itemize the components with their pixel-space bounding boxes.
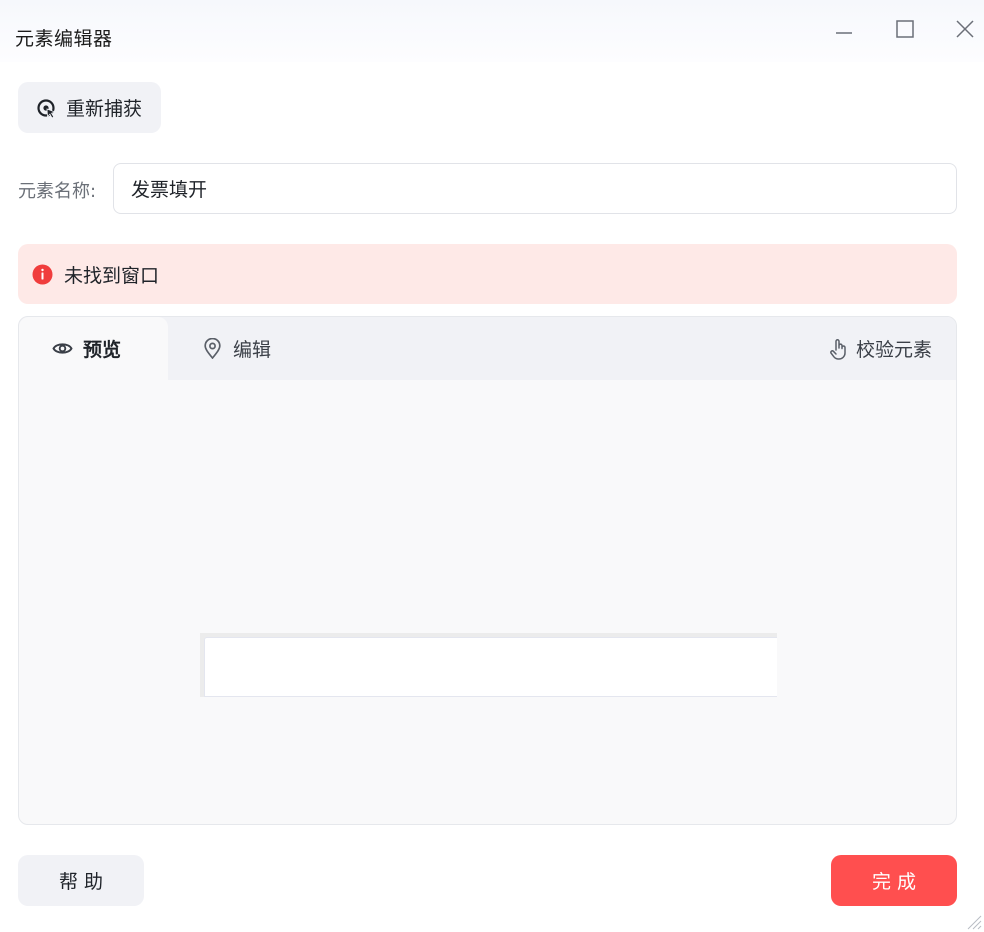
close-icon: [956, 20, 974, 38]
help-button[interactable]: 帮 助: [18, 855, 144, 906]
verify-element-button[interactable]: 校验元素: [828, 317, 932, 380]
recapture-icon: [37, 98, 57, 119]
resize-grip-icon[interactable]: [964, 912, 982, 930]
element-name-label: 元素名称:: [18, 181, 97, 202]
verify-element-label: 校验元素: [855, 339, 932, 361]
eye-icon: [52, 343, 73, 354]
recapture-button[interactable]: 重新捕获: [18, 82, 161, 133]
tab-preview[interactable]: 预览: [19, 317, 168, 380]
tab-edit-label: 编辑: [233, 339, 272, 361]
location-pin-icon: [204, 338, 221, 359]
minimize-icon: [836, 32, 852, 34]
error-icon: [32, 264, 53, 284]
captured-element-input: [204, 637, 777, 697]
element-editor-window: 元素编辑器 重新捕获 元素名称: 未找到窗口: [0, 0, 984, 932]
preview-area: [19, 380, 956, 824]
title-bar[interactable]: 元素编辑器: [0, 0, 984, 62]
tab-preview-label: 预览: [83, 339, 122, 361]
maximize-icon: [896, 20, 914, 38]
pointing-hand-icon: [830, 338, 846, 360]
done-button[interactable]: 完 成: [831, 855, 957, 906]
close-button[interactable]: [950, 14, 980, 44]
window-title: 元素编辑器: [15, 28, 113, 50]
recapture-label: 重新捕获: [66, 98, 143, 120]
minimize-button[interactable]: [829, 14, 859, 44]
element-name-input[interactable]: [113, 163, 957, 214]
maximize-button[interactable]: [890, 14, 920, 44]
captured-element-preview: [200, 633, 777, 697]
tab-bar: 预览 编辑 校验元素: [19, 317, 956, 380]
tab-edit[interactable]: 编辑: [202, 317, 271, 380]
alert-message: 未找到窗口: [64, 264, 160, 287]
element-panel: 预览 编辑 校验元素: [18, 316, 957, 825]
error-alert: 未找到窗口: [18, 244, 957, 304]
